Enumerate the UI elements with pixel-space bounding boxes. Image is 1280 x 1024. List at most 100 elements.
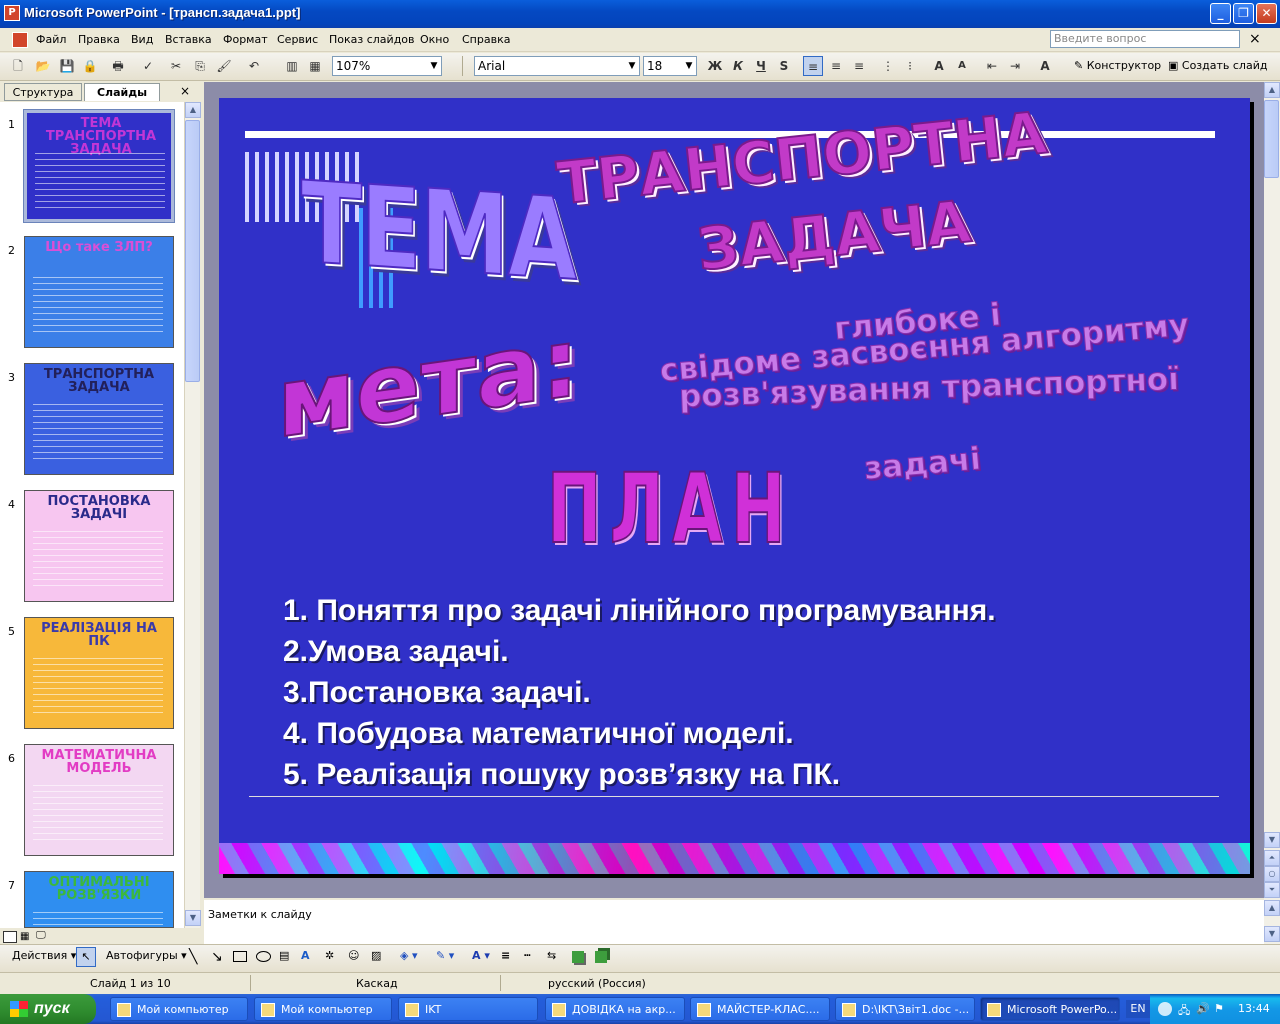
wordart-topic-line2[interactable]: ЗАДАЧА: [693, 186, 975, 284]
notes-pane[interactable]: Заметки к слайду: [204, 898, 1266, 944]
wordart-icon[interactable]: A: [301, 949, 310, 962]
line-icon[interactable]: ╲: [189, 949, 197, 965]
taskbar-task[interactable]: IKT: [398, 997, 538, 1021]
scroll-up-icon[interactable]: ▲: [1264, 82, 1280, 98]
copy-icon[interactable]: ⎘: [190, 56, 210, 76]
slide-thumbnail[interactable]: МАТЕМАТИЧНА МОДЕЛЬ: [24, 744, 174, 856]
diagram-icon[interactable]: ✲: [325, 949, 334, 962]
line-style-icon[interactable]: ≡: [501, 949, 510, 962]
increase-indent-icon[interactable]: ⇥: [1005, 56, 1025, 76]
scroll-down-icon[interactable]: ▼: [185, 910, 201, 926]
menu-format[interactable]: Формат: [223, 33, 268, 46]
font-color-icon[interactable]: A ▾: [472, 949, 490, 962]
taskbar-task[interactable]: МАЙСТЕР-КЛАС....: [690, 997, 830, 1021]
scroll-thumb[interactable]: [185, 120, 200, 382]
thumbnail-scrollbar[interactable]: ▲ ▼: [184, 102, 201, 928]
grow-font-icon[interactable]: A: [929, 56, 949, 76]
taskbar-task[interactable]: D:\IKT\Звіт1.doc -...: [835, 997, 975, 1021]
menu-file[interactable]: Файл: [36, 33, 66, 46]
select-object-icon[interactable]: ○: [1264, 866, 1280, 882]
zoom-combo[interactable]: 107% ▼: [332, 56, 442, 76]
menu-tools[interactable]: Сервис: [277, 33, 318, 46]
numbering-icon[interactable]: ⋮: [878, 56, 898, 76]
actions-menu[interactable]: Действия ▾: [12, 949, 76, 962]
cut-icon[interactable]: ✂: [166, 56, 186, 76]
taskbar-task[interactable]: Мой компьютер: [110, 997, 248, 1021]
format-painter-icon[interactable]: 🖌: [214, 56, 234, 76]
decrease-indent-icon[interactable]: ⇤: [982, 56, 1002, 76]
save-icon[interactable]: 💾: [57, 56, 77, 76]
notes-scrollbar[interactable]: ▲ ▼: [1264, 898, 1280, 944]
shadow-style-icon[interactable]: [572, 951, 584, 963]
insert-chart-icon[interactable]: ▥: [282, 56, 302, 76]
taskbar-task[interactable]: ДОВІДКА на акр...: [545, 997, 685, 1021]
scroll-up-icon[interactable]: ▲: [1264, 900, 1280, 916]
flag-icon[interactable]: ⚑: [1214, 1002, 1224, 1015]
select-pointer-icon[interactable]: ↖: [76, 947, 96, 967]
menu-window[interactable]: Окно: [420, 33, 449, 46]
clock[interactable]: 13:44: [1238, 1002, 1270, 1015]
tab-slides[interactable]: Слайды: [84, 83, 160, 101]
goal-text-line4[interactable]: задачі: [862, 440, 982, 487]
slide-thumbnail[interactable]: ПОСТАНОВКА ЗАДАЧІ: [24, 490, 174, 602]
language-indicator[interactable]: EN: [1126, 1000, 1150, 1018]
restore-button[interactable]: ❐: [1233, 3, 1254, 24]
textbox-icon[interactable]: ▤: [279, 949, 289, 962]
slideshow-icon[interactable]: 🖵: [36, 930, 46, 941]
start-button[interactable]: пуск: [0, 994, 96, 1024]
new-slide-button[interactable]: ▣ Создать слайд: [1168, 59, 1267, 72]
minimize-button[interactable]: _: [1210, 3, 1231, 24]
wordart-topic-line1[interactable]: ТРАНСПОРТНА: [553, 98, 1051, 219]
scroll-up-icon[interactable]: ▲: [185, 102, 201, 118]
menu-help[interactable]: Справка: [462, 33, 510, 46]
close-button[interactable]: ✕: [1256, 3, 1277, 24]
rectangle-icon[interactable]: [233, 951, 247, 962]
ask-question-input[interactable]: Введите вопрос: [1050, 30, 1240, 48]
close-panel-icon[interactable]: ×: [180, 84, 190, 98]
normal-view-icon[interactable]: [3, 931, 17, 943]
taskbar-task[interactable]: Мой компьютер: [254, 997, 392, 1021]
network-icon[interactable]: 🖧: [1178, 1002, 1190, 1021]
slide-thumbnail[interactable]: ТРАНСПОРТНА ЗАДАЧА: [24, 363, 174, 475]
shadow-button[interactable]: S: [774, 56, 794, 76]
shrink-font-icon[interactable]: A: [952, 56, 972, 76]
font-name-combo[interactable]: Arial ▼: [474, 56, 640, 76]
align-left-button[interactable]: ≡: [803, 56, 823, 76]
spelling-icon[interactable]: ✓: [138, 56, 158, 76]
new-icon[interactable]: 🗋: [8, 56, 28, 76]
wordart-plan-label[interactable]: ПЛАН: [546, 452, 794, 566]
powerpoint-app-icon[interactable]: P: [4, 5, 20, 21]
tab-outline[interactable]: Структура: [4, 83, 82, 101]
slide-thumbnail[interactable]: РЕАЛІЗАЦІЯ НА ПК: [24, 617, 174, 729]
scroll-down-icon[interactable]: ▼: [1264, 926, 1280, 942]
line-color-icon[interactable]: ✎ ▾: [436, 949, 454, 962]
wordart-tema[interactable]: ТЕМА: [300, 157, 576, 307]
arrow-style-icon[interactable]: ⇆: [547, 949, 556, 962]
align-right-button[interactable]: ≡: [849, 56, 869, 76]
slide-thumbnail[interactable]: Що таке ЗЛП?: [24, 236, 174, 348]
oval-icon[interactable]: [256, 951, 271, 962]
next-slide-icon[interactable]: ⏷: [1264, 882, 1280, 898]
wordart-goal-label[interactable]: мета:: [276, 305, 580, 461]
bold-button[interactable]: Ж: [705, 56, 725, 76]
font-color-icon[interactable]: A: [1035, 56, 1055, 76]
slide-thumbnail[interactable]: ТЕМА ТРАНСПОРТНА ЗАДАЧА: [23, 109, 175, 223]
slide-scrollbar[interactable]: ▲ ▼ ⏶ ○ ⏷: [1264, 82, 1280, 898]
previous-slide-icon[interactable]: ⏶: [1264, 850, 1280, 866]
fill-color-icon[interactable]: ◈ ▾: [400, 949, 417, 962]
volume-icon[interactable]: 🔊: [1196, 1002, 1210, 1015]
taskbar-task[interactable]: Microsoft PowerPo...: [980, 997, 1120, 1021]
font-size-combo[interactable]: 18 ▼: [643, 56, 697, 76]
picture-icon[interactable]: ▨: [371, 949, 381, 962]
italic-button[interactable]: К: [728, 56, 748, 76]
underline-button[interactable]: Ч: [751, 56, 771, 76]
open-icon[interactable]: 📂: [33, 56, 53, 76]
permission-icon[interactable]: 🔒: [80, 56, 100, 76]
designer-button[interactable]: ✎ Конструктор: [1074, 59, 1161, 72]
menu-view[interactable]: Вид: [131, 33, 153, 46]
current-slide[interactable]: ТЕМА ТРАНСПОРТНА ЗАДАЧА мета: ПЛАН глибо…: [219, 98, 1250, 874]
menu-insert[interactable]: Вставка: [165, 33, 212, 46]
undo-icon[interactable]: ↶: [244, 56, 264, 76]
3d-style-icon[interactable]: [595, 951, 607, 963]
clipart-icon[interactable]: ☺: [348, 949, 359, 962]
